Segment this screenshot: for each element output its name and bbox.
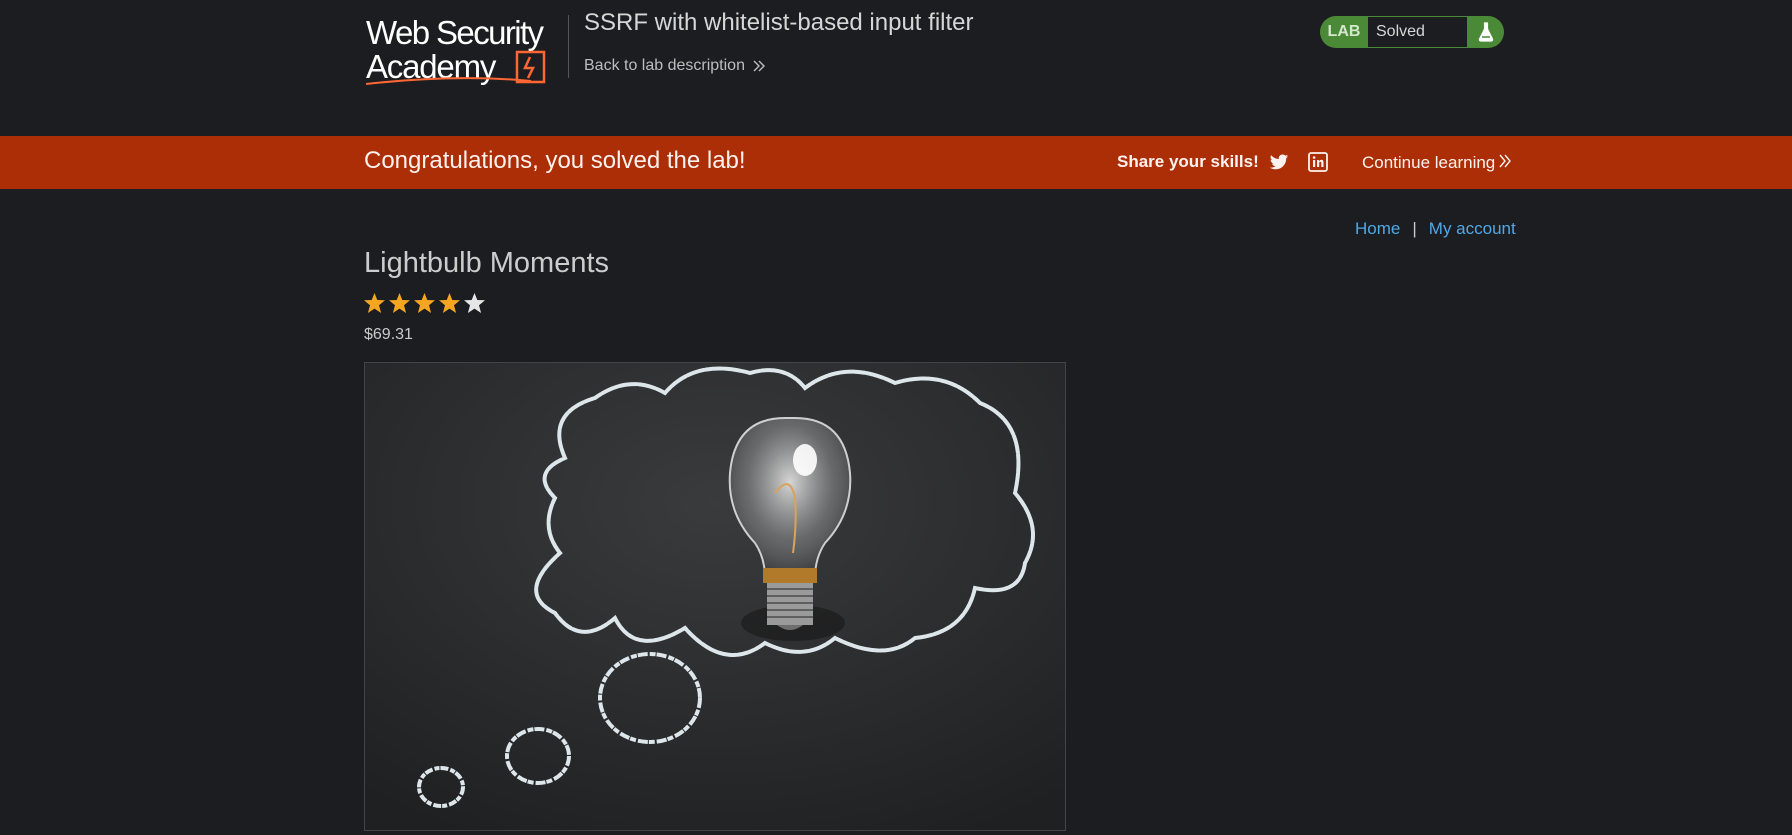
nav-separator: | [1412,219,1417,238]
star-filled-icon [438,292,461,315]
continue-learning-label: Continue learning [1362,153,1496,172]
star-empty-icon [463,292,486,315]
double-chevron-right-icon [753,60,765,72]
share-skills-label: Share your skills! [1117,152,1259,171]
nav-home-link[interactable]: Home [1355,219,1400,239]
back-to-lab-description-link[interactable]: Back to lab description [584,57,765,75]
lab-status-widget: LAB Solved [1320,16,1504,48]
congratulations-message: Congratulations, you solved the lab! [364,147,746,174]
product-rating [363,292,486,315]
nav-my-account-link[interactable]: My account [1429,219,1516,239]
logo-text-line1: Web Security [366,14,545,51]
academy-logo[interactable]: Web Security Academy [366,14,566,86]
star-filled-icon [388,292,411,315]
lab-status-text: Solved [1368,17,1467,47]
lab-status-tag: LAB [1327,23,1361,40]
linkedin-icon[interactable] [1308,152,1328,172]
solved-banner [0,136,1792,189]
header-divider [568,15,569,78]
double-chevron-right-icon [1499,153,1512,173]
top-nav: Home | My account [1355,219,1516,239]
back-link-label: Back to lab description [584,57,745,74]
continue-learning-link[interactable]: Continue learning [1362,153,1512,173]
star-filled-icon [363,292,386,315]
product-image [364,362,1066,831]
star-filled-icon [413,292,436,315]
logo-bolt [523,56,536,79]
product-title: Lightbulb Moments [364,247,610,279]
twitter-icon[interactable] [1269,152,1289,172]
lab-title: SSRF with whitelist-based input filter [584,9,974,36]
product-price: $69.31 [364,326,413,343]
flask-icon [1467,16,1504,48]
